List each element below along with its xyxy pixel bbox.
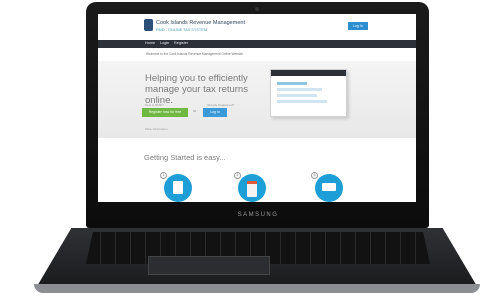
webcam-icon [255, 7, 259, 11]
samsung-brand-logo: SAMSUNG [237, 212, 279, 218]
step-1-document-icon[interactable]: 1 [160, 172, 192, 202]
hero-headline: Helping you to efficiently manage your t… [145, 73, 248, 106]
or-text: or [193, 109, 197, 113]
calendar-icon [247, 181, 257, 197]
hero-login-button[interactable]: Log In [203, 108, 227, 117]
hero-screenshot-line [277, 88, 322, 91]
more-information-link[interactable]: More Information [145, 127, 168, 131]
hero-screenshot-image [270, 69, 347, 117]
coat-of-arms-logo [144, 19, 153, 31]
hero-screenshot-line [277, 100, 327, 103]
getting-started-heading: Getting Started is easy... [144, 153, 226, 162]
main-nav: Home Login Register [98, 40, 416, 48]
header-login-button[interactable]: Log In [348, 22, 368, 30]
hero-section: Helping you to efficiently manage your t… [98, 61, 416, 138]
step-number: 2 [234, 172, 241, 179]
touchpad [148, 256, 270, 275]
nav-home[interactable]: Home [145, 41, 155, 45]
hero-screenshot-line [277, 82, 307, 85]
login-hint: Already Registered? [207, 103, 235, 107]
laptop-icon [322, 183, 336, 191]
laptop-screen: Cook Islands Revenue Management RMD - ON… [98, 14, 416, 202]
hero-screenshot-line [277, 94, 317, 97]
hero-screenshot-header [271, 70, 346, 76]
welcome-text: Welcome to the Cook Islands Revenue Mana… [146, 52, 243, 56]
site-subtitle: RMD - ONLINE TAX SYSTEM [156, 28, 207, 32]
step-2-calendar-icon[interactable]: 2 [234, 172, 266, 202]
document-icon [173, 181, 183, 194]
laptop-base-edge [34, 284, 480, 293]
register-button[interactable]: Register now for free [142, 108, 188, 117]
site-title: Cook Islands Revenue Management [156, 20, 245, 26]
step-number: 1 [160, 172, 167, 179]
nav-register[interactable]: Register [174, 41, 188, 45]
site-header: Cook Islands Revenue Management RMD - ON… [98, 14, 416, 40]
nav-login[interactable]: Login [160, 41, 169, 45]
step-3-laptop-icon[interactable]: 3 [311, 172, 343, 202]
step-number: 3 [311, 172, 318, 179]
register-hint: New to RMD? [145, 103, 164, 107]
